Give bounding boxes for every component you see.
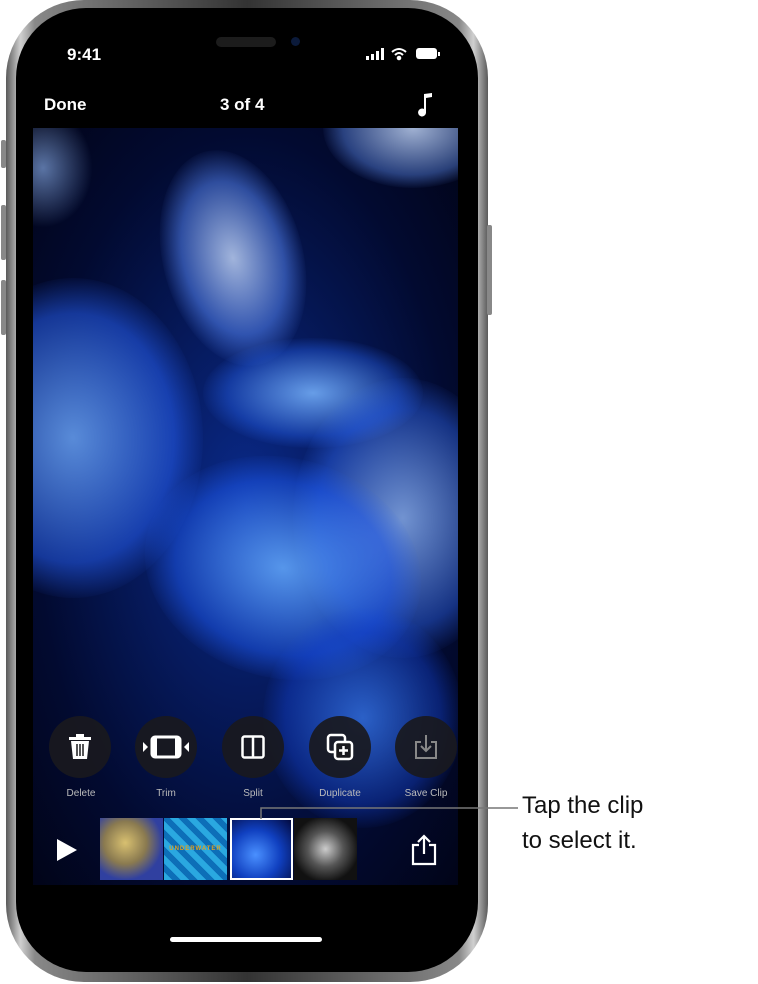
- cellular-signal-icon: [366, 48, 384, 60]
- clip-thumbnail-2[interactable]: UNDERWATER: [164, 818, 227, 880]
- callout-line-1: Tap the clip: [522, 792, 644, 819]
- clip-thumbnail-1[interactable]: [100, 818, 163, 880]
- delete-label: Delete: [66, 788, 96, 799]
- duplicate-icon: [326, 733, 354, 761]
- home-indicator: [170, 937, 322, 942]
- trim-icon: [143, 735, 189, 759]
- delete-button[interactable]: [49, 716, 111, 778]
- save-clip-button[interactable]: [395, 716, 457, 778]
- share-icon[interactable]: [410, 834, 438, 866]
- music-note-icon[interactable]: [414, 92, 434, 118]
- clip-thumbnail-3-selected[interactable]: [230, 818, 293, 880]
- split-button[interactable]: [222, 716, 284, 778]
- trim-button[interactable]: [135, 716, 197, 778]
- save-clip-icon: [415, 735, 437, 759]
- status-time: 9:41: [67, 45, 102, 64]
- mute-switch: [1, 140, 6, 168]
- trash-icon: [69, 734, 91, 759]
- play-icon[interactable]: [56, 838, 78, 862]
- duplicate-button[interactable]: [309, 716, 371, 778]
- volume-up-button: [1, 205, 6, 260]
- trim-label: Trim: [156, 788, 176, 799]
- callout-line-2: to select it.: [522, 827, 637, 854]
- duplicate-label: Duplicate: [319, 788, 361, 799]
- split-label: Split: [243, 788, 263, 799]
- split-icon: [241, 735, 265, 759]
- clip-counter: 3 of 4: [220, 95, 265, 114]
- wifi-icon: [391, 48, 407, 61]
- clip-title-text: UNDERWATER: [169, 846, 222, 852]
- clip-thumbnail-4[interactable]: [294, 818, 357, 880]
- camera: [291, 37, 300, 46]
- side-button: [487, 225, 492, 315]
- battery-icon: [416, 48, 440, 59]
- save-clip-label: Save Clip: [404, 788, 448, 799]
- status-icons: [366, 48, 440, 61]
- callout-line: [260, 807, 518, 819]
- done-button[interactable]: Done: [44, 95, 87, 115]
- speaker: [216, 37, 276, 47]
- volume-down-button: [1, 280, 6, 335]
